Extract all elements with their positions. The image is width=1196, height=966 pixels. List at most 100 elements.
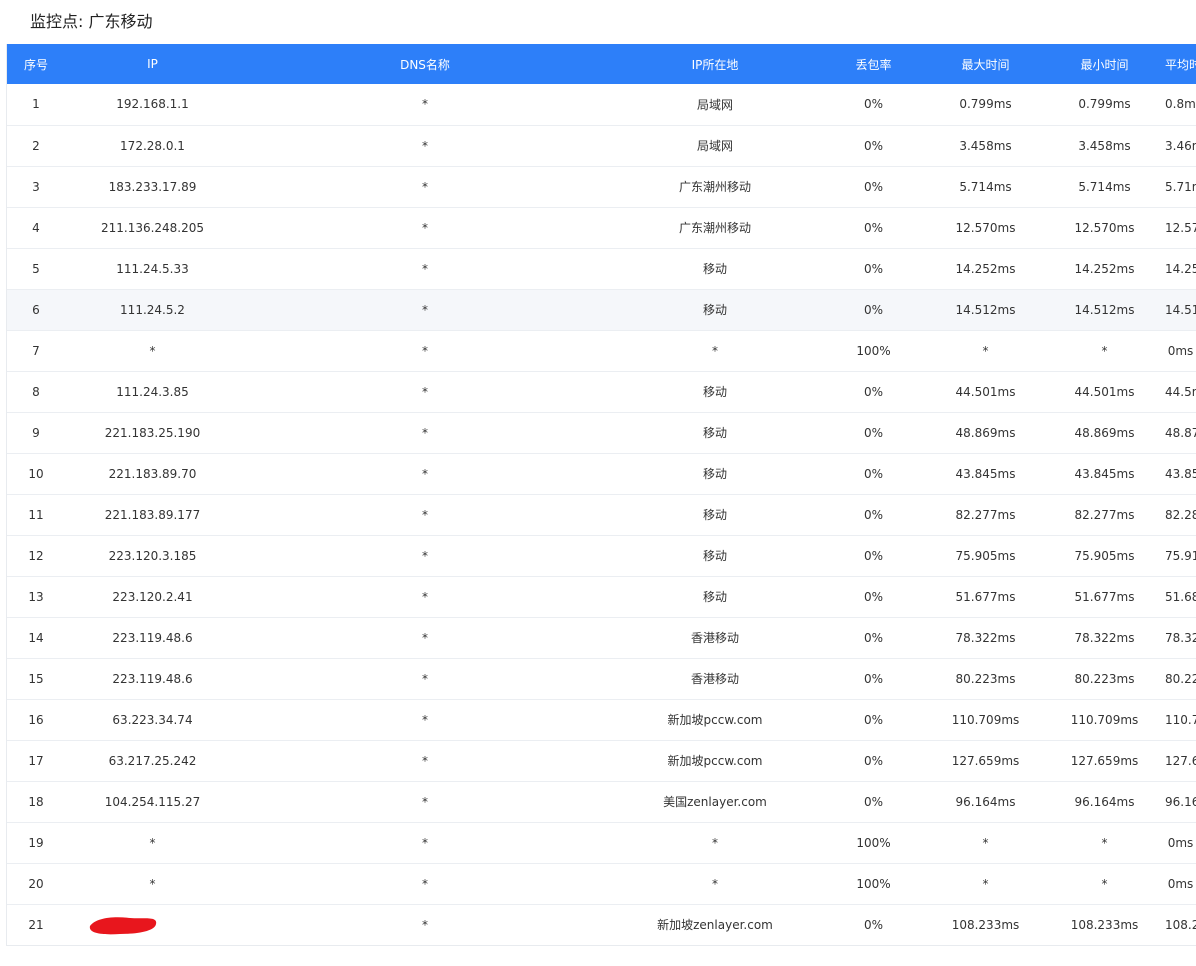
cell-min-time: 96.164ms — [1074, 794, 1135, 809]
cell-loss: 0% — [863, 466, 884, 481]
cell-max-time: 78.322ms — [955, 630, 1016, 645]
cell-dns: * — [422, 917, 428, 932]
cell-avg-time: 96.16ms — [1165, 794, 1196, 809]
cell-dns: * — [422, 179, 428, 194]
cell-index: 4 — [32, 220, 40, 235]
table-row[interactable]: 21 * 新加坡zenlayer.com 0% 108.233ms 108.233ms 10… — [7, 904, 1196, 945]
cell-avg-time: 108.23ms — [1165, 917, 1196, 932]
cell-index: 9 — [32, 425, 40, 440]
cell-dns: * — [422, 261, 428, 276]
cell-location: 移动 — [702, 467, 727, 481]
table-row[interactable]: 5 111.24.5.33 * 移动 0% 14.252ms 14.252ms 14.25ms — [7, 248, 1196, 289]
cell-loss: 0% — [863, 384, 884, 399]
table-row[interactable]: 6 111.24.5.2 * 移动 0% 14.512ms 14.512ms 14.51ms — [7, 289, 1196, 330]
table-row[interactable]: 15 223.119.48.6 * 香港移动 0% 80.223ms 80.223ms 80.… — [7, 658, 1196, 699]
cell-location: 美国zenlayer.com — [663, 795, 767, 809]
cell-max-time: 80.223ms — [955, 671, 1016, 686]
cell-min-time: 78.322ms — [1074, 630, 1135, 645]
col-header-min-time[interactable]: 最小时间 — [1044, 44, 1165, 84]
cell-index: 13 — [28, 589, 44, 604]
cell-location: 广东潮州移动 — [678, 221, 751, 235]
table-row[interactable]: 14 223.119.48.6 * 香港移动 0% 78.322ms 78.322ms 78.… — [7, 617, 1196, 658]
col-header-loss[interactable]: 丢包率 — [820, 44, 927, 84]
cell-avg-time: 12.57ms — [1165, 220, 1196, 235]
cell-location: 局域网 — [696, 97, 733, 112]
cell-avg-time: 82.28ms — [1165, 507, 1196, 522]
cell-max-time: 5.714ms — [959, 179, 1012, 194]
table-row[interactable]: 1 192.168.1.1 * 局域网 0% 0.799ms 0.799ms 0.8ms — [7, 84, 1196, 125]
cell-loss: 0% — [863, 917, 884, 932]
cell-ip: 183.233.17.89 — [108, 179, 197, 194]
table-row[interactable]: 7 * * * 100% * * 0ms — [7, 330, 1196, 371]
cell-index: 19 — [28, 835, 44, 850]
table-row[interactable]: 8 111.24.3.85 * 移动 0% 44.501ms 44.501ms 44.5ms — [7, 371, 1196, 412]
table-row[interactable]: 2 172.28.0.1 * 局域网 0% 3.458ms 3.458ms 3.46ms — [7, 125, 1196, 166]
cell-location: 广东潮州移动 — [678, 180, 751, 194]
table-row[interactable]: 10 221.183.89.70 * 移动 0% 43.845ms 43.845ms 43.8… — [7, 453, 1196, 494]
cell-max-time: 82.277ms — [955, 507, 1016, 522]
cell-max-time: 14.512ms — [955, 302, 1016, 317]
cell-dns: * — [422, 630, 428, 645]
cell-avg-time: 14.51ms — [1165, 302, 1196, 317]
cell-index: 10 — [28, 466, 44, 481]
table-row[interactable]: 4 211.136.248.205 * 广东潮州移动 0% 12.570ms 12.570m… — [7, 207, 1196, 248]
table-row[interactable]: 12 223.120.3.185 * 移动 0% 75.905ms 75.905ms 75.9… — [7, 535, 1196, 576]
traceroute-table: 序号 IP DNS名称 IP所在地 丢包率 最大时间 最小时间 平均时间 119… — [7, 44, 1196, 945]
cell-ip — [65, 904, 240, 945]
cell-loss: 0% — [863, 507, 884, 522]
cell-dns: * — [422, 712, 428, 727]
table-row[interactable]: 20 * * * 100% * * 0ms — [7, 863, 1196, 904]
col-header-location[interactable]: IP所在地 — [610, 44, 820, 84]
cell-min-time: 108.233ms — [1070, 917, 1139, 932]
cell-min-time: 3.458ms — [1078, 138, 1131, 153]
cell-index: 21 — [28, 917, 44, 932]
cell-avg-time: 75.91ms — [1165, 548, 1196, 563]
cell-avg-time: 0ms — [1167, 835, 1194, 850]
cell-location: 移动 — [702, 426, 727, 440]
cell-ip: 223.119.48.6 — [112, 630, 193, 645]
cell-max-time: 51.677ms — [955, 589, 1016, 604]
table-row[interactable]: 19 * * * 100% * * 0ms — [7, 822, 1196, 863]
cell-loss: 0% — [863, 712, 884, 727]
cell-max-time: 44.501ms — [955, 384, 1016, 399]
cell-avg-time: 80.22ms — [1165, 671, 1196, 686]
cell-loss: 100% — [856, 343, 891, 358]
cell-avg-time: 14.25ms — [1165, 261, 1196, 276]
cell-avg-time: 0.8ms — [1165, 97, 1196, 112]
cell-index: 18 — [28, 794, 44, 809]
table-body: 1192.168.1.1*局域网0%0.799ms0.799ms0.8ms217… — [7, 84, 1196, 945]
table-row[interactable]: 18 104.254.115.27 * 美国zenlayer.com 0% 96.164m… — [7, 781, 1196, 822]
table-row[interactable]: 17 63.217.25.242 * 新加坡pccw.com 0% 127.659ms 12… — [7, 740, 1196, 781]
page-title: 监控点: 广东移动 — [30, 12, 153, 31]
cell-ip: 211.136.248.205 — [100, 220, 205, 235]
cell-location: 移动 — [702, 549, 727, 563]
cell-max-time: 12.570ms — [955, 220, 1016, 235]
cell-index: 12 — [28, 548, 44, 563]
cell-min-time: 82.277ms — [1074, 507, 1135, 522]
table-row[interactable]: 16 63.223.34.74 * 新加坡pccw.com 0% 110.709ms 110… — [7, 699, 1196, 740]
cell-avg-time: 44.5ms — [1165, 384, 1196, 399]
col-header-dns[interactable]: DNS名称 — [240, 44, 610, 84]
cell-index: 17 — [28, 753, 44, 768]
cell-dns: * — [422, 876, 428, 891]
cell-index: 7 — [32, 343, 40, 358]
cell-location: * — [712, 876, 718, 891]
cell-min-time: 80.223ms — [1074, 671, 1135, 686]
col-header-avg-time[interactable]: 平均时间 — [1165, 44, 1196, 84]
col-header-max-time[interactable]: 最大时间 — [927, 44, 1044, 84]
table-row[interactable]: 11 221.183.89.177 * 移动 0% 82.277ms 82.277ms 82.… — [7, 494, 1196, 535]
table-row[interactable]: 9 221.183.25.190 * 移动 0% 48.869ms 48.869ms 48.8… — [7, 412, 1196, 453]
cell-avg-time: 43.85ms — [1165, 466, 1196, 481]
cell-dns: * — [422, 753, 428, 768]
traceroute-table-container: 序号 IP DNS名称 IP所在地 丢包率 最大时间 最小时间 平均时间 119… — [6, 44, 1196, 946]
cell-dns: * — [422, 97, 428, 112]
cell-loss: 0% — [863, 179, 884, 194]
cell-avg-time: 127.66ms — [1165, 753, 1196, 768]
cell-dns: * — [422, 384, 428, 399]
table-row[interactable]: 13 223.120.2.41 * 移动 0% 51.677ms 51.677ms 51.68… — [7, 576, 1196, 617]
cell-loss: 100% — [856, 835, 891, 850]
col-header-ip[interactable]: IP — [65, 44, 240, 84]
cell-ip: 221.183.89.177 — [104, 507, 201, 522]
table-row[interactable]: 3 183.233.17.89 * 广东潮州移动 0% 5.714ms 5.714ms 5.7… — [7, 166, 1196, 207]
col-header-index[interactable]: 序号 — [7, 44, 65, 84]
